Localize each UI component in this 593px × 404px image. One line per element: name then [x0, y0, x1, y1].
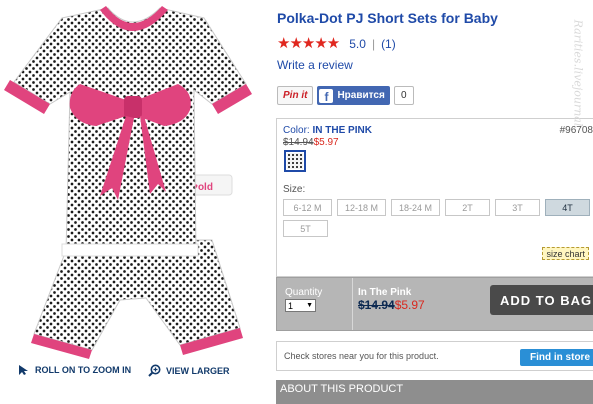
- view-larger-label: VIEW LARGER: [166, 365, 230, 376]
- facebook-icon: f: [319, 88, 334, 103]
- size-option-3t[interactable]: 3T: [495, 199, 540, 216]
- selected-color-name: In The Pink: [358, 287, 412, 298]
- store-finder-text: Check stores near you for this product.: [284, 351, 439, 361]
- watermark: Rarities.livejournal: [566, 8, 590, 138]
- color-name: IN THE PINK: [312, 125, 372, 136]
- color-swatch-in-the-pink[interactable]: [284, 150, 306, 172]
- find-in-store-button[interactable]: Find in store: [520, 349, 593, 366]
- quantity-label: Quantity: [285, 287, 323, 298]
- watermark-text: Rarities.livejournal: [571, 19, 585, 127]
- rating-row: ★★★★★ 5.0 | (1): [277, 36, 396, 51]
- store-finder: Check stores near you for this product. …: [276, 341, 593, 371]
- selected-prices: $14.94$5.97: [358, 298, 425, 312]
- polka-dot-swatch-icon: [287, 153, 303, 169]
- zoom-in-label: ROLL ON TO ZOOM IN: [35, 365, 132, 375]
- cursor-arrow-icon: [18, 364, 30, 376]
- about-product-header[interactable]: ABOUT THIS PRODUCT: [276, 380, 593, 404]
- color-label: Color: IN THE PINK: [283, 125, 372, 136]
- facebook-like-button[interactable]: f Нравится: [317, 86, 390, 105]
- magnifier-plus-icon: [148, 364, 161, 377]
- size-option-18-24m[interactable]: 18-24 M: [391, 199, 440, 216]
- size-option-2t[interactable]: 2T: [445, 199, 490, 216]
- original-price: $14.94: [283, 137, 314, 148]
- facebook-like-label: Нравится: [337, 90, 385, 101]
- divider: [352, 278, 353, 330]
- color-prices: $14.94$5.97: [283, 137, 339, 148]
- review-count-link[interactable]: (1): [381, 37, 396, 51]
- social-share-row: Pin it f Нравится 0: [277, 86, 414, 105]
- write-review-link[interactable]: Write a review: [277, 58, 353, 72]
- sale-price: $5.97: [313, 137, 339, 148]
- view-larger-link[interactable]: VIEW LARGER: [148, 364, 230, 377]
- quantity-select[interactable]: 1 ▼: [285, 299, 316, 312]
- dropdown-arrow-icon: ▼: [306, 302, 313, 309]
- size-option-6-12m[interactable]: 6-12 M: [283, 199, 332, 216]
- product-image[interactable]: ♥old: [0, 0, 262, 362]
- size-option-4t[interactable]: 4T: [545, 199, 590, 216]
- sale-price: $5.97: [394, 298, 425, 312]
- size-option-5t[interactable]: 5T: [283, 220, 328, 237]
- size-option-12-18m[interactable]: 12-18 M: [337, 199, 386, 216]
- size-chart-link[interactable]: size chart: [542, 247, 589, 260]
- facebook-like-count: 0: [393, 86, 414, 105]
- add-to-bag-button[interactable]: ADD TO BAG: [490, 285, 593, 315]
- rating-value[interactable]: 5.0: [349, 37, 366, 51]
- star-rating-icon: ★★★★★: [277, 35, 340, 52]
- quantity-value: 1: [288, 300, 294, 311]
- zoom-in-link[interactable]: ROLL ON TO ZOOM IN: [18, 364, 131, 376]
- rating-separator: |: [371, 36, 376, 51]
- product-title: Polka-Dot PJ Short Sets for Baby: [277, 10, 498, 26]
- color-prefix: Color:: [283, 125, 310, 136]
- size-label: Size:: [283, 184, 306, 195]
- pj-tee: [4, 6, 252, 257]
- pinterest-pin-button[interactable]: Pin it: [277, 86, 314, 105]
- original-price: $14.94: [358, 298, 395, 312]
- add-to-bag-bar: Quantity 1 ▼ In The Pink $14.94$5.97 ADD…: [276, 277, 593, 331]
- product-options-panel: Color: IN THE PINK #96708 $14.94$5.97 Si…: [276, 118, 593, 277]
